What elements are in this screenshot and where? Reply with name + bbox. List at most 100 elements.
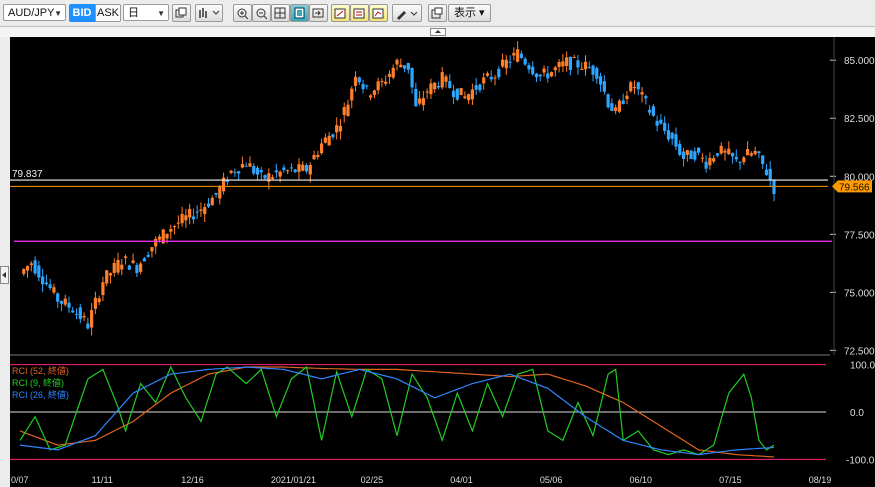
candle-body (342, 107, 346, 115)
draw3-button[interactable] (369, 4, 388, 22)
candle-body (391, 67, 395, 78)
legend-rci-26: RCI (26, 終値) (12, 389, 69, 400)
candle-body (557, 61, 561, 68)
candle-body (444, 76, 448, 82)
time-axis-label: 06/10 (629, 475, 652, 485)
zoom-in-button[interactable] (233, 4, 252, 22)
candle-body (150, 247, 154, 252)
candle-body (316, 154, 320, 157)
candle-body (632, 86, 637, 88)
candle-body (602, 81, 606, 92)
price-tick-label: 72.500 (844, 346, 875, 357)
candle-body (154, 238, 158, 247)
candle-body (123, 256, 128, 258)
display-menu-button[interactable]: 表示 ▾ (448, 4, 491, 22)
candle-body (742, 157, 746, 163)
timeframe-select[interactable]: 日 ▼ (123, 4, 169, 21)
candle-body (663, 122, 667, 131)
candle-body (282, 167, 286, 171)
candle-body (406, 63, 410, 70)
price-chart[interactable]: 79.837 85.00082.50080.00077.50075.00072.… (0, 37, 875, 487)
candle-body (101, 282, 105, 296)
scroll-end-button[interactable] (309, 4, 328, 22)
candle-body (704, 161, 708, 169)
draw-icon (334, 8, 346, 19)
candle-body (636, 82, 640, 90)
candle-body (761, 155, 765, 165)
candle-body (74, 313, 79, 315)
time-axis-label: 08/19 (809, 475, 832, 485)
candle-body (52, 287, 56, 293)
price-tick-label: 75.000 (844, 288, 875, 299)
symbol-select[interactable]: AUD/JPY ▼ (3, 4, 66, 21)
candle-body (146, 254, 150, 257)
candle-body (48, 284, 52, 288)
candle-body (71, 310, 75, 313)
symbol-label: AUD/JPY (8, 7, 55, 19)
window-button[interactable] (428, 4, 447, 22)
side-panel-toggle[interactable] (0, 266, 9, 284)
candle-body (527, 65, 531, 70)
candle-body (546, 73, 550, 79)
legend-rci-9: RCI (9, 終値) (12, 377, 64, 388)
draw2-icon (353, 8, 365, 19)
candle-body (715, 153, 720, 156)
candle-body (59, 301, 64, 304)
candle-body (112, 263, 116, 273)
candle-body (320, 143, 324, 154)
candle-body (772, 180, 776, 194)
candle-body (727, 148, 731, 155)
candle-body (681, 151, 686, 159)
candle-body (591, 65, 595, 75)
candle-body (414, 88, 418, 107)
ask-button[interactable]: ASK (95, 4, 121, 22)
pen-icon (397, 11, 418, 20)
draw2-button[interactable] (350, 4, 369, 22)
time-axis-label: 11/11 (92, 475, 113, 485)
current-price-label: 79.566 (839, 182, 870, 193)
candle-body (399, 64, 403, 68)
bid-button[interactable]: BID (69, 4, 95, 22)
candle-body (210, 197, 214, 206)
candle-body (278, 171, 282, 177)
candle-body (451, 90, 456, 98)
candle-body (531, 66, 535, 75)
chart-type-button[interactable] (195, 4, 223, 22)
candle-body (90, 310, 94, 328)
pen-button[interactable] (392, 4, 422, 22)
candle-body (22, 269, 26, 274)
candle-body (421, 98, 425, 106)
candle-body (327, 135, 331, 146)
rci-tick-label: 0.0 (850, 408, 864, 419)
candle-body (203, 207, 207, 214)
time-axis-label: 2021/01/21 (271, 475, 316, 485)
candle-body (365, 85, 369, 87)
zoom-in-icon (237, 8, 249, 20)
candle-body (474, 85, 478, 90)
fit-button[interactable] (271, 4, 290, 22)
candle-body (534, 73, 539, 78)
candle-body (666, 130, 671, 140)
draw-button[interactable] (331, 4, 350, 22)
candle-body (214, 192, 218, 195)
candle-body (131, 260, 135, 263)
candle-body (116, 259, 120, 273)
panel-button[interactable] (290, 4, 309, 22)
candle-body (82, 316, 86, 318)
copy-button[interactable] (172, 4, 191, 22)
candle-body (617, 100, 622, 112)
candle-body (78, 307, 82, 320)
candle-body (331, 134, 335, 138)
candle-body (644, 96, 648, 99)
candle-body (195, 211, 199, 213)
zoom-out-button[interactable] (252, 4, 271, 22)
candle-body (376, 81, 380, 91)
candle-body (338, 125, 343, 132)
candle-body (97, 298, 101, 303)
collapse-toolbar-button[interactable] (430, 28, 446, 36)
candle-body (448, 81, 452, 88)
window-icon (431, 7, 443, 19)
candle-body (387, 73, 392, 77)
candle-body (606, 94, 610, 108)
candle-body (576, 60, 580, 68)
